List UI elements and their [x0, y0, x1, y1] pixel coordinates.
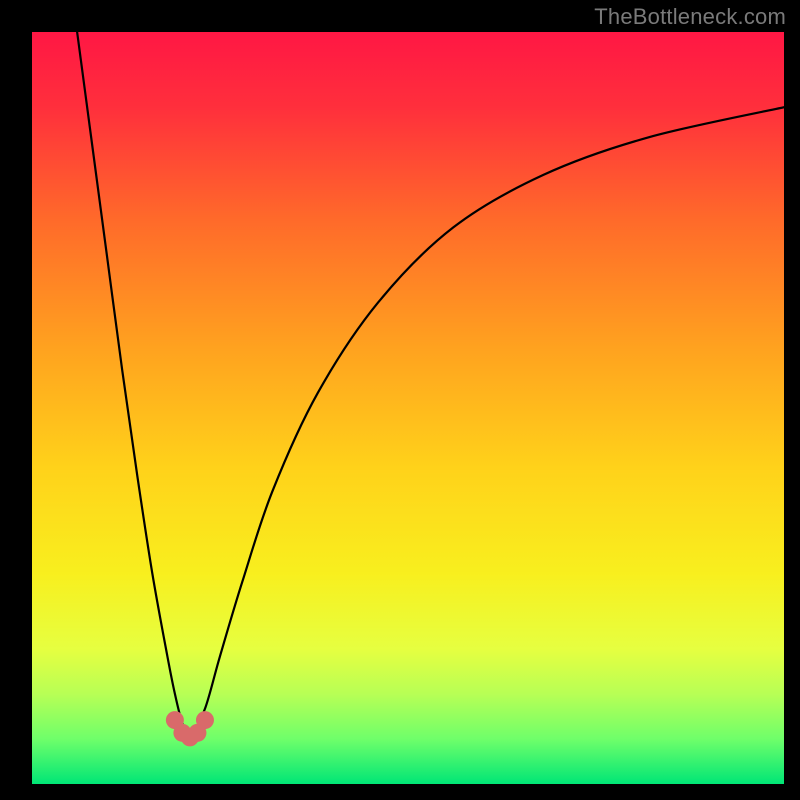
- well-marker: [196, 711, 214, 729]
- chart-background: [32, 32, 784, 784]
- chart-plot-area: [32, 32, 784, 784]
- chart-svg: [32, 32, 784, 784]
- watermark-text: TheBottleneck.com: [594, 4, 786, 30]
